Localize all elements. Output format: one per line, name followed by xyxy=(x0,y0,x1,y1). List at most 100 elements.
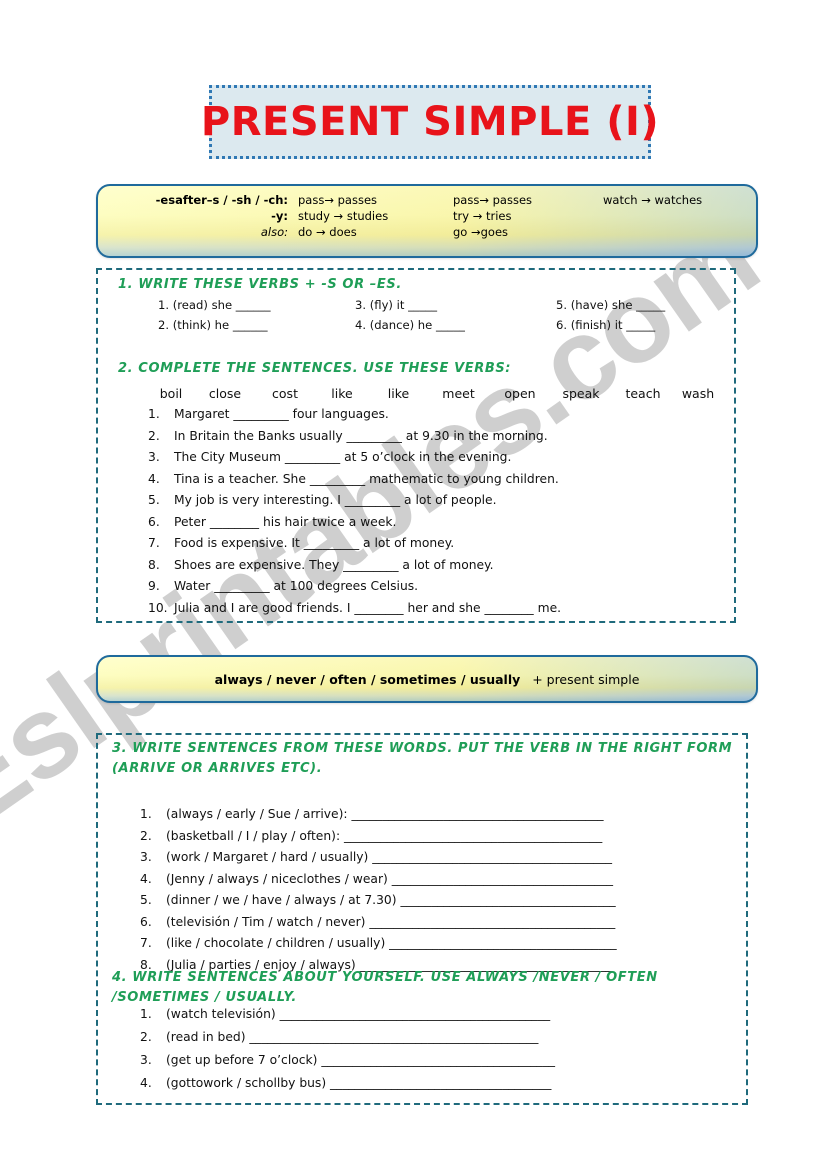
exercise-1-item-4[interactable]: 4. (dance) he _____ xyxy=(355,318,465,332)
exercise-3-list: 1. (always / early / Sue / arrive): ____… xyxy=(140,807,617,979)
exercise-2-item[interactable]: 2. In Britain the Banks usually ________… xyxy=(148,429,561,443)
wordbank-word: like xyxy=(331,386,353,401)
item-number: 2. xyxy=(140,828,152,843)
item-number: 1. xyxy=(140,807,152,821)
item-number: 5. xyxy=(140,893,152,907)
item-number: 5. xyxy=(556,298,568,312)
item-number: 10. xyxy=(148,600,168,615)
item-text: (read in bed) __________________________… xyxy=(166,1030,539,1044)
exercise-2-item[interactable]: 1. Margaret _________ four languages. xyxy=(148,407,561,421)
item-number: 8. xyxy=(148,557,160,572)
item-text: (gottowork / schollby bus) _____________… xyxy=(166,1076,552,1090)
item-number: 7. xyxy=(148,536,160,550)
item-number: 5. xyxy=(148,493,160,507)
worksheet-content: 1. WRITE THESE VERBS + -S OR –ES. 1. (re… xyxy=(0,0,826,1169)
item-number: 2. xyxy=(140,1030,152,1044)
wordbank-word: cost xyxy=(272,386,298,401)
exercise-2-list: 1. Margaret _________ four languages. 2.… xyxy=(148,407,561,622)
item-number: 4. xyxy=(355,318,367,332)
item-text: (have) she _____ xyxy=(570,298,666,312)
worksheet-page: PRESENT SIMPLE (I) -esafter–s / -sh / -c… xyxy=(0,0,826,1169)
wordbank-word: close xyxy=(208,386,242,401)
item-number: 3. xyxy=(148,450,160,464)
exercise-2-item[interactable]: 9. Water _________ at 100 degrees Celsiu… xyxy=(148,579,561,593)
item-number: 6. xyxy=(556,318,568,332)
item-number: 6. xyxy=(148,514,160,529)
exercise-4-item[interactable]: 4. (gottowork / schollby bus) __________… xyxy=(140,1076,555,1090)
item-text: (watch televisión) _____________________… xyxy=(166,1007,551,1021)
exercise-1-item-2[interactable]: 2. (think) he ______ xyxy=(158,318,268,332)
item-number: 4. xyxy=(140,1076,152,1090)
item-text: (get up before 7 o’clock) ______________… xyxy=(166,1053,555,1067)
wordbank-word: meet xyxy=(442,386,475,401)
exercise-2-item[interactable]: 8. Shoes are expensive. They _________ a… xyxy=(148,558,561,572)
exercise-4-heading: 4. WRITE SENTENCES ABOUT YOURSELF. USE A… xyxy=(112,970,658,1006)
exercise-3-item[interactable]: 3. (work / Margaret / hard / usually) __… xyxy=(140,850,617,864)
item-text: (finish) it _____ xyxy=(570,318,656,332)
item-number: 6. xyxy=(140,914,152,929)
exercise-1-item-5[interactable]: 5. (have) she _____ xyxy=(556,298,665,312)
item-text: (televisión / Tim / watch / never) _____… xyxy=(166,914,616,929)
exercise-3-heading: 3. WRITE SENTENCES FROM THESE WORDS. PUT… xyxy=(112,741,733,777)
exercise-3-item[interactable]: 4. (Jenny / always / niceclothes / wear)… xyxy=(140,872,617,886)
item-text: Tina is a teacher. She _________ mathema… xyxy=(174,471,559,486)
exercise-2-item[interactable]: 10. Julia and I are good friends. I ____… xyxy=(148,601,561,615)
exercise-2-item[interactable]: 6. Peter ________ his hair twice a week. xyxy=(148,515,561,529)
wordbank-word: like xyxy=(387,386,410,401)
item-text: (dinner / we / have / always / at 7.30) … xyxy=(166,893,616,907)
exercise-1-item-6[interactable]: 6. (finish) it _____ xyxy=(556,318,655,332)
exercise-2-item[interactable]: 7. Food is expensive. It _________ a lot… xyxy=(148,536,561,550)
item-text: Peter ________ his hair twice a week. xyxy=(174,514,397,529)
item-text: (like / chocolate / children / usually) … xyxy=(166,936,617,950)
exercise-2-item[interactable]: 4. Tina is a teacher. She _________ math… xyxy=(148,472,561,486)
item-number: 4. xyxy=(140,871,152,886)
item-number: 4. xyxy=(148,471,160,486)
item-text: (fly) it _____ xyxy=(369,298,438,312)
exercise-4-item[interactable]: 2. (read in bed) _______________________… xyxy=(140,1030,555,1044)
item-number: 7. xyxy=(140,936,152,950)
item-text: (think) he ______ xyxy=(172,318,268,332)
exercise-2-wordbank: boil close cost like like meet open spea… xyxy=(148,386,723,401)
exercise-4-item[interactable]: 1. (watch televisión) __________________… xyxy=(140,1007,555,1021)
exercise-3-item[interactable]: 6. (televisión / Tim / watch / never) __… xyxy=(140,915,617,929)
exercise-1-item-1[interactable]: 1. (read) she ______ xyxy=(158,298,271,312)
item-text: (dance) he _____ xyxy=(369,318,465,332)
exercise-2-item[interactable]: 5. My job is very interesting. I _______… xyxy=(148,493,561,507)
item-text: (Jenny / always / niceclothes / wear) __… xyxy=(166,871,614,886)
exercise-3-item[interactable]: 1. (always / early / Sue / arrive): ____… xyxy=(140,807,617,821)
item-text: (basketball / I / play / often): _______… xyxy=(166,828,603,843)
item-text: Food is expensive. It _________ a lot of… xyxy=(174,536,455,550)
exercise-4-list: 1. (watch televisión) __________________… xyxy=(140,1007,555,1099)
exercise-1-item-3[interactable]: 3. (fly) it _____ xyxy=(355,298,437,312)
item-text: (read) she ______ xyxy=(172,298,271,312)
wordbank-word: open xyxy=(504,386,536,401)
item-number: 3. xyxy=(355,298,367,312)
exercise-3-item[interactable]: 7. (like / chocolate / children / usuall… xyxy=(140,936,617,950)
item-text: (work / Margaret / hard / usually) _____… xyxy=(166,850,613,864)
item-number: 1. xyxy=(140,1007,152,1021)
item-number: 1. xyxy=(148,407,160,421)
item-text: In Britain the Banks usually _________ a… xyxy=(174,428,548,443)
wordbank-word: speak xyxy=(562,386,600,401)
exercise-4-item[interactable]: 3. (get up before 7 o’clock) ___________… xyxy=(140,1053,555,1067)
exercise-3-item[interactable]: 5. (dinner / we / have / always / at 7.3… xyxy=(140,893,617,907)
item-number: 3. xyxy=(140,1053,152,1067)
item-text: Shoes are expensive. They _________ a lo… xyxy=(174,557,494,572)
exercise-3-item[interactable]: 2. (basketball / I / play / often): ____… xyxy=(140,829,617,843)
item-number: 1. xyxy=(158,298,170,312)
wordbank-word: boil xyxy=(159,386,183,401)
item-text: Water _________ at 100 degrees Celsius. xyxy=(174,579,419,593)
item-text: Julia and I are good friends. I ________… xyxy=(174,600,562,615)
item-text: Margaret _________ four languages. xyxy=(174,407,389,421)
item-text: My job is very interesting. I _________ … xyxy=(174,493,497,507)
exercise-1-heading: 1. WRITE THESE VERBS + -S OR –ES. xyxy=(118,277,402,292)
item-number: 9. xyxy=(148,579,160,593)
item-text: The City Museum _________ at 5 o’clock i… xyxy=(174,450,512,464)
exercise-2-item[interactable]: 3. The City Museum _________ at 5 o’cloc… xyxy=(148,450,561,464)
item-number: 2. xyxy=(158,318,170,332)
item-text: (always / early / Sue / arrive): _______… xyxy=(166,807,604,821)
item-number: 2. xyxy=(148,428,160,443)
wordbank-word: wash xyxy=(681,386,715,401)
exercise-2-heading: 2. COMPLETE THE SENTENCES. USE THESE VER… xyxy=(118,361,512,376)
item-number: 3. xyxy=(140,850,152,864)
